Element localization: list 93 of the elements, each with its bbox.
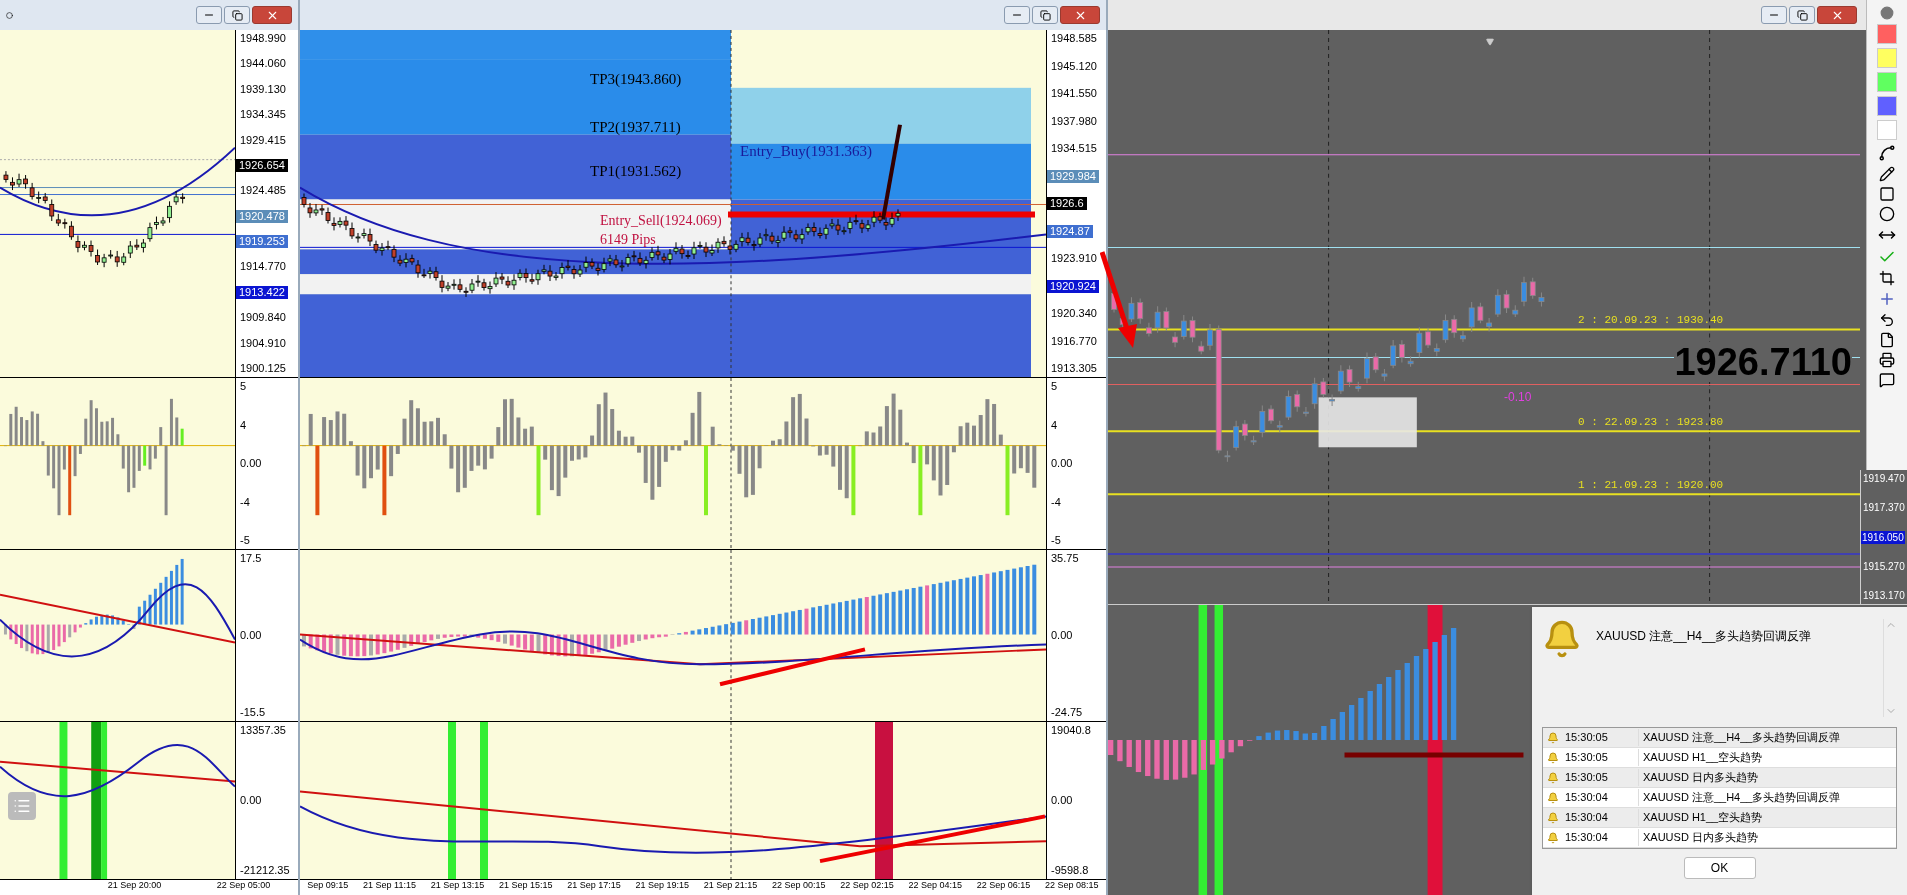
axis-label: 1913.170 xyxy=(1862,589,1905,602)
log-message: XAUUSD 日内多头趋势 xyxy=(1642,770,1758,786)
axis-label: -24.75 xyxy=(1050,706,1083,719)
axis-label: -5 xyxy=(1050,534,1061,547)
price-tag: 1920.924 xyxy=(1047,279,1099,293)
axis-label: 1934.345 xyxy=(239,108,286,122)
axis-label: 5 xyxy=(239,380,247,393)
axis-label: 0.00 xyxy=(1050,457,1073,470)
level-label: 0 : 22.09.23 : 1923.80 xyxy=(1578,415,1724,430)
axis-label: -5 xyxy=(239,534,250,547)
price-tag: 1916.050 xyxy=(1861,530,1905,544)
chart-label: TP2(1937.711) xyxy=(590,118,681,136)
axis-label: 1944.060 xyxy=(239,57,286,71)
axis-label: 1914.770 xyxy=(239,260,286,274)
time-label: 22 Sep 00:15 xyxy=(772,880,826,891)
log-message: XAUUSD 日内多头趋势 xyxy=(1642,830,1758,846)
level-label: 2 : 20.09.23 : 1930.40 xyxy=(1578,313,1724,328)
chart-label: TP3(1943.860) xyxy=(590,70,682,88)
axis-label: 17.5 xyxy=(239,552,262,565)
axis-label: 0.00 xyxy=(239,629,262,642)
axis-label: -15.5 xyxy=(239,706,266,719)
time-label: 22 Sep 05:00 xyxy=(216,880,271,891)
axis-label: -9598.8 xyxy=(1050,864,1089,877)
axis-label: 1945.120 xyxy=(1050,59,1097,73)
axis-label: 5 xyxy=(1050,380,1058,393)
axis-label: 1923.910 xyxy=(1050,252,1097,265)
axis-label: 1937.980 xyxy=(1050,114,1097,128)
log-message: XAUUSD 注意__H4__多头趋势回调反弹 xyxy=(1642,730,1841,746)
time-label: 22 Sep 08:15 xyxy=(1045,880,1099,891)
axis-label: 1919.470 xyxy=(1862,472,1905,485)
log-message: XAUUSD 注意__H4__多头趋势回调反弹 xyxy=(1642,790,1841,806)
time-label: 22 Sep 04:15 xyxy=(908,880,963,891)
price-tag: 1913.422 xyxy=(236,285,288,299)
current-price: 1926.7110 xyxy=(1674,342,1852,382)
axis-label: -4 xyxy=(239,495,250,509)
time-label: 21 Sep 21:15 xyxy=(703,880,758,891)
axis-label: 1904.910 xyxy=(239,336,286,350)
log-time: 15:30:05 xyxy=(1559,749,1639,766)
axis-label: 0.00 xyxy=(1050,794,1073,807)
price-tag: 1919.253 xyxy=(236,235,288,248)
log-message: XAUUSD H1__空头趋势 xyxy=(1642,750,1763,766)
price-tag: 1920.478 xyxy=(236,209,288,223)
log-message: XAUUSD H1__空头趋势 xyxy=(1642,810,1763,826)
axis-label: 4 xyxy=(1050,418,1058,432)
time-label: 21 Sep 15:15 xyxy=(498,880,553,891)
time-label: Sep 09:15 xyxy=(307,880,349,891)
log-time: 15:30:05 xyxy=(1559,729,1639,746)
chart-label: Entry_Buy(1931.363) xyxy=(740,142,873,160)
log-time: 15:30:04 xyxy=(1559,809,1639,826)
axis-label: 1948.990 xyxy=(239,32,286,45)
log-time: 15:30:04 xyxy=(1559,829,1639,846)
time-label: 21 Sep 13:15 xyxy=(430,880,485,891)
axis-label: 1929.415 xyxy=(239,133,286,147)
axis-label: 1924.485 xyxy=(239,184,286,198)
chart-label: 6149 Pips xyxy=(600,231,656,249)
axis-label: 35.75 xyxy=(1050,552,1079,565)
chart-label: TP1(1931.562) xyxy=(590,162,682,180)
axis-label: -4 xyxy=(1050,495,1061,509)
axis-label: 1941.550 xyxy=(1050,87,1097,100)
axis-label: 0.00 xyxy=(239,794,262,807)
time-label: 21 Sep 17:15 xyxy=(567,880,621,891)
axis-label: 4 xyxy=(239,418,247,432)
axis-label: -21212.35 xyxy=(239,864,290,877)
chart-label: Entry_Sell(1924.069) xyxy=(600,212,722,230)
price-tag: 1926.6 xyxy=(1047,197,1087,210)
axis-label: 1939.130 xyxy=(239,82,286,96)
axis-label: 19040.8 xyxy=(1050,724,1091,737)
time-label: 22 Sep 06:15 xyxy=(976,880,1031,891)
axis-label: 1913.305 xyxy=(1050,362,1097,375)
axis-label: 1916.770 xyxy=(1050,334,1097,348)
price-change: -0.10 xyxy=(1504,389,1532,406)
price-tag: 1924.87 xyxy=(1047,224,1093,238)
axis-label: 1934.515 xyxy=(1050,142,1097,155)
time-label: 21 Sep 20:00 xyxy=(107,880,162,891)
time-label: 21 Sep 19:15 xyxy=(635,880,690,891)
time-label: 22 Sep 02:15 xyxy=(840,880,894,891)
axis-label: 1900.125 xyxy=(239,361,286,375)
axis-label: 1920.340 xyxy=(1050,307,1097,320)
axis-label: 1948.585 xyxy=(1050,32,1097,45)
axis-label: 1915.270 xyxy=(1862,559,1905,573)
log-time: 15:30:05 xyxy=(1559,769,1639,786)
price-tag: 1926.654 xyxy=(236,158,288,172)
axis-label: 0.00 xyxy=(1050,629,1073,642)
log-time: 15:30:04 xyxy=(1559,789,1639,806)
ok-button[interactable]: OK xyxy=(1683,857,1756,879)
axis-label: 13357.35 xyxy=(239,724,286,737)
alert-message: XAUUSD 注意__H4__多头趋势回调反弹 xyxy=(1596,628,1813,645)
price-tag: 1929.984 xyxy=(1047,169,1099,183)
axis-label: 0.00 xyxy=(239,457,262,470)
time-label: 21 Sep 11:15 xyxy=(363,880,416,891)
level-label: 1 : 21.09.23 : 1920.00 xyxy=(1578,478,1724,493)
axis-label: 1909.840 xyxy=(239,311,286,325)
axis-label: 1917.370 xyxy=(1862,501,1905,515)
